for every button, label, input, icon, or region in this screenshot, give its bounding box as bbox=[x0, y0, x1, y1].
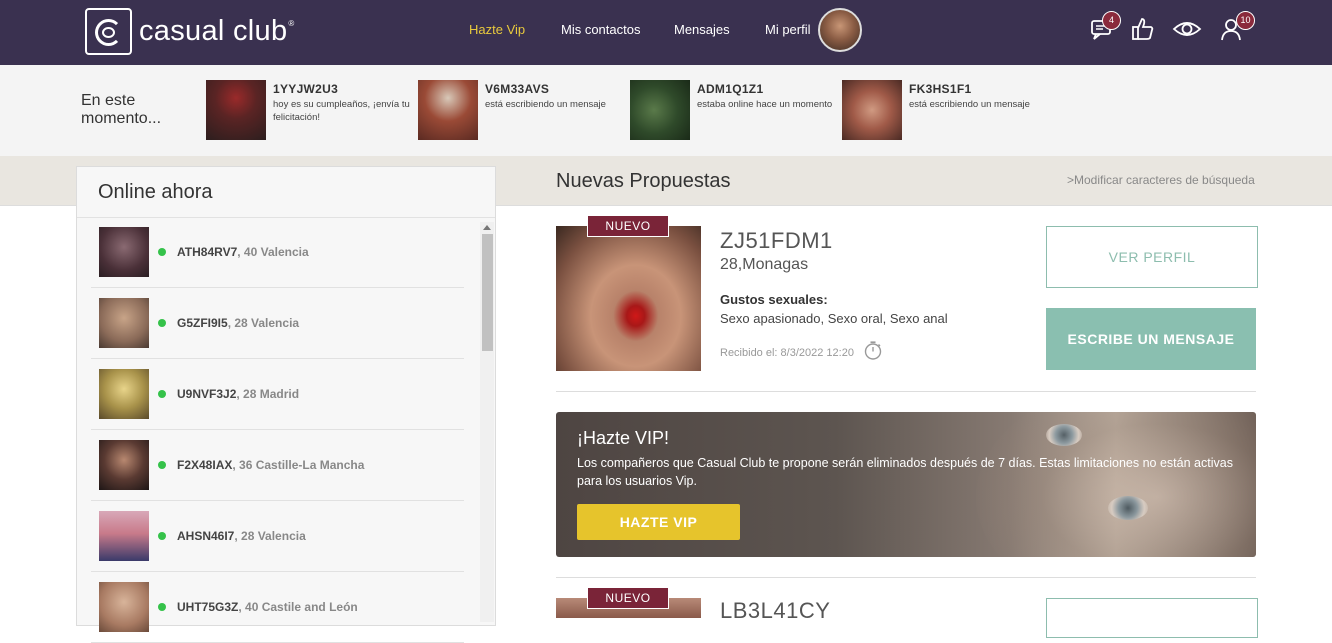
profile-username[interactable]: LB3L41CY bbox=[720, 598, 830, 624]
online-dot-icon bbox=[158, 532, 166, 540]
scrollbar[interactable] bbox=[480, 222, 494, 622]
online-user-details: , 28 Valencia bbox=[234, 529, 306, 543]
activity-username[interactable]: ADM1Q1Z1 bbox=[697, 82, 763, 96]
online-panel: Online ahora ATH84RV7, 40 Valencia G5ZFI… bbox=[76, 166, 496, 643]
activity-status: está escribiendo un mensaje bbox=[485, 99, 606, 110]
online-user-row[interactable]: UHT75G3Z, 40 Castile and León bbox=[91, 572, 464, 643]
online-dot-icon bbox=[158, 461, 166, 469]
users-count-badge: 10 bbox=[1236, 11, 1255, 30]
online-user-row[interactable]: F2X48IAX, 36 Castille-La Mancha bbox=[91, 430, 464, 501]
nav-mi-perfil[interactable]: Mi perfil bbox=[765, 22, 811, 37]
online-dot-icon bbox=[158, 603, 166, 611]
hazte-vip-button[interactable]: HAZTE VIP bbox=[577, 504, 740, 540]
view-profile-button[interactable]: VER PERFIL bbox=[1046, 226, 1258, 288]
online-user-photo[interactable] bbox=[99, 440, 149, 490]
activity-photo[interactable] bbox=[418, 80, 478, 140]
divider bbox=[556, 391, 1256, 392]
online-dot-icon bbox=[158, 248, 166, 256]
nav-mensajes[interactable]: Mensajes bbox=[674, 22, 730, 37]
online-user-row[interactable]: G5ZFI9I5, 28 Valencia bbox=[91, 288, 464, 359]
vip-banner: ¡Hazte VIP! Los compañeros que Casual Cl… bbox=[556, 412, 1256, 557]
logo-text: casual club bbox=[139, 15, 288, 47]
modify-search-link[interactable]: >Modificar caracteres de búsqueda bbox=[1067, 173, 1255, 187]
activity-username[interactable]: FK3HS1F1 bbox=[909, 82, 971, 96]
activity-photo[interactable] bbox=[630, 80, 690, 140]
profile-avatar[interactable] bbox=[818, 8, 862, 52]
registered-mark: ® bbox=[288, 19, 295, 28]
activity-username[interactable]: V6M33AVS bbox=[485, 82, 549, 96]
online-username[interactable]: G5ZFI9I5 bbox=[177, 316, 228, 330]
online-dot-icon bbox=[158, 319, 166, 327]
tastes-value: Sexo apasionado, Sexo oral, Sexo anal bbox=[720, 311, 948, 326]
scroll-up-arrow-icon[interactable] bbox=[483, 225, 491, 230]
nav-mis-contactos[interactable]: Mis contactos bbox=[561, 22, 640, 37]
activity-username[interactable]: 1YYJW2U3 bbox=[273, 82, 338, 96]
thumbs-up-icon[interactable] bbox=[1130, 16, 1156, 42]
messages-count-badge: 4 bbox=[1102, 11, 1121, 30]
activity-status: está escribiendo un mensaje bbox=[909, 99, 1030, 110]
new-tag: NUEVO bbox=[587, 215, 669, 237]
received-date: Recibido el: 8/3/2022 12:20 bbox=[720, 347, 854, 359]
write-message-button[interactable]: ESCRIBE UN MENSAJE bbox=[1046, 308, 1256, 370]
activity-title: En este momento... bbox=[81, 92, 162, 127]
tastes-label: Gustos sexuales: bbox=[720, 292, 828, 307]
online-user-details: , 40 Valencia bbox=[237, 245, 309, 259]
activity-status: estaba online hace un momento bbox=[697, 99, 833, 110]
profile-age-location: 28,Monagas bbox=[720, 256, 809, 273]
online-username[interactable]: U9NVF3J2 bbox=[177, 387, 236, 401]
vip-banner-title: ¡Hazte VIP! bbox=[577, 428, 670, 448]
online-user-photo[interactable] bbox=[99, 369, 149, 419]
online-username[interactable]: AHSN46I7 bbox=[177, 529, 234, 543]
view-profile-button[interactable] bbox=[1046, 598, 1258, 638]
online-user-details: , 28 Madrid bbox=[236, 387, 300, 401]
profile-username[interactable]: ZJ51FDM1 bbox=[720, 228, 833, 254]
top-header: casual club® Hazte Vip Mis contactos Men… bbox=[0, 0, 1332, 65]
online-user-photo[interactable] bbox=[99, 511, 149, 561]
logo[interactable]: casual club® bbox=[85, 8, 295, 55]
online-user-details: , 28 Valencia bbox=[227, 316, 300, 330]
online-user-details: , 36 Castille-La Mancha bbox=[232, 458, 365, 472]
activity-status: hoy es su cumpleaños, ¡envía tu felicita… bbox=[273, 99, 410, 123]
online-username[interactable]: UHT75G3Z bbox=[177, 600, 238, 614]
online-username[interactable]: F2X48IAX bbox=[177, 458, 232, 472]
vip-banner-text: Los compañeros que Casual Club te propon… bbox=[577, 456, 1233, 488]
profile-photo[interactable] bbox=[556, 226, 701, 371]
new-tag: NUEVO bbox=[587, 587, 669, 609]
online-username[interactable]: ATH84RV7 bbox=[177, 245, 237, 259]
divider bbox=[556, 577, 1256, 578]
online-user-photo[interactable] bbox=[99, 227, 149, 277]
online-user-row[interactable]: ATH84RV7, 40 Valencia bbox=[91, 217, 464, 288]
online-user-row[interactable]: AHSN46I7, 28 Valencia bbox=[91, 501, 464, 572]
eye-icon[interactable] bbox=[1172, 16, 1202, 42]
activity-photo[interactable] bbox=[206, 80, 266, 140]
timer-icon bbox=[864, 341, 882, 360]
online-user-photo[interactable] bbox=[99, 298, 149, 348]
online-user-details: , 40 Castile and León bbox=[238, 600, 358, 614]
online-dot-icon bbox=[158, 390, 166, 398]
activity-strip: En este momento... 1YYJW2U3 hoy es su cu… bbox=[0, 65, 1332, 156]
online-panel-title: Online ahora bbox=[98, 181, 213, 203]
online-user-photo[interactable] bbox=[99, 582, 149, 632]
nav-hazte-vip[interactable]: Hazte Vip bbox=[469, 22, 525, 37]
online-user-row[interactable]: U9NVF3J2, 28 Madrid bbox=[91, 359, 464, 430]
logo-mark-icon bbox=[85, 8, 132, 55]
activity-photo[interactable] bbox=[842, 80, 902, 140]
proposals-title: Nuevas Propuestas bbox=[556, 170, 731, 192]
scrollbar-thumb[interactable] bbox=[482, 234, 493, 351]
